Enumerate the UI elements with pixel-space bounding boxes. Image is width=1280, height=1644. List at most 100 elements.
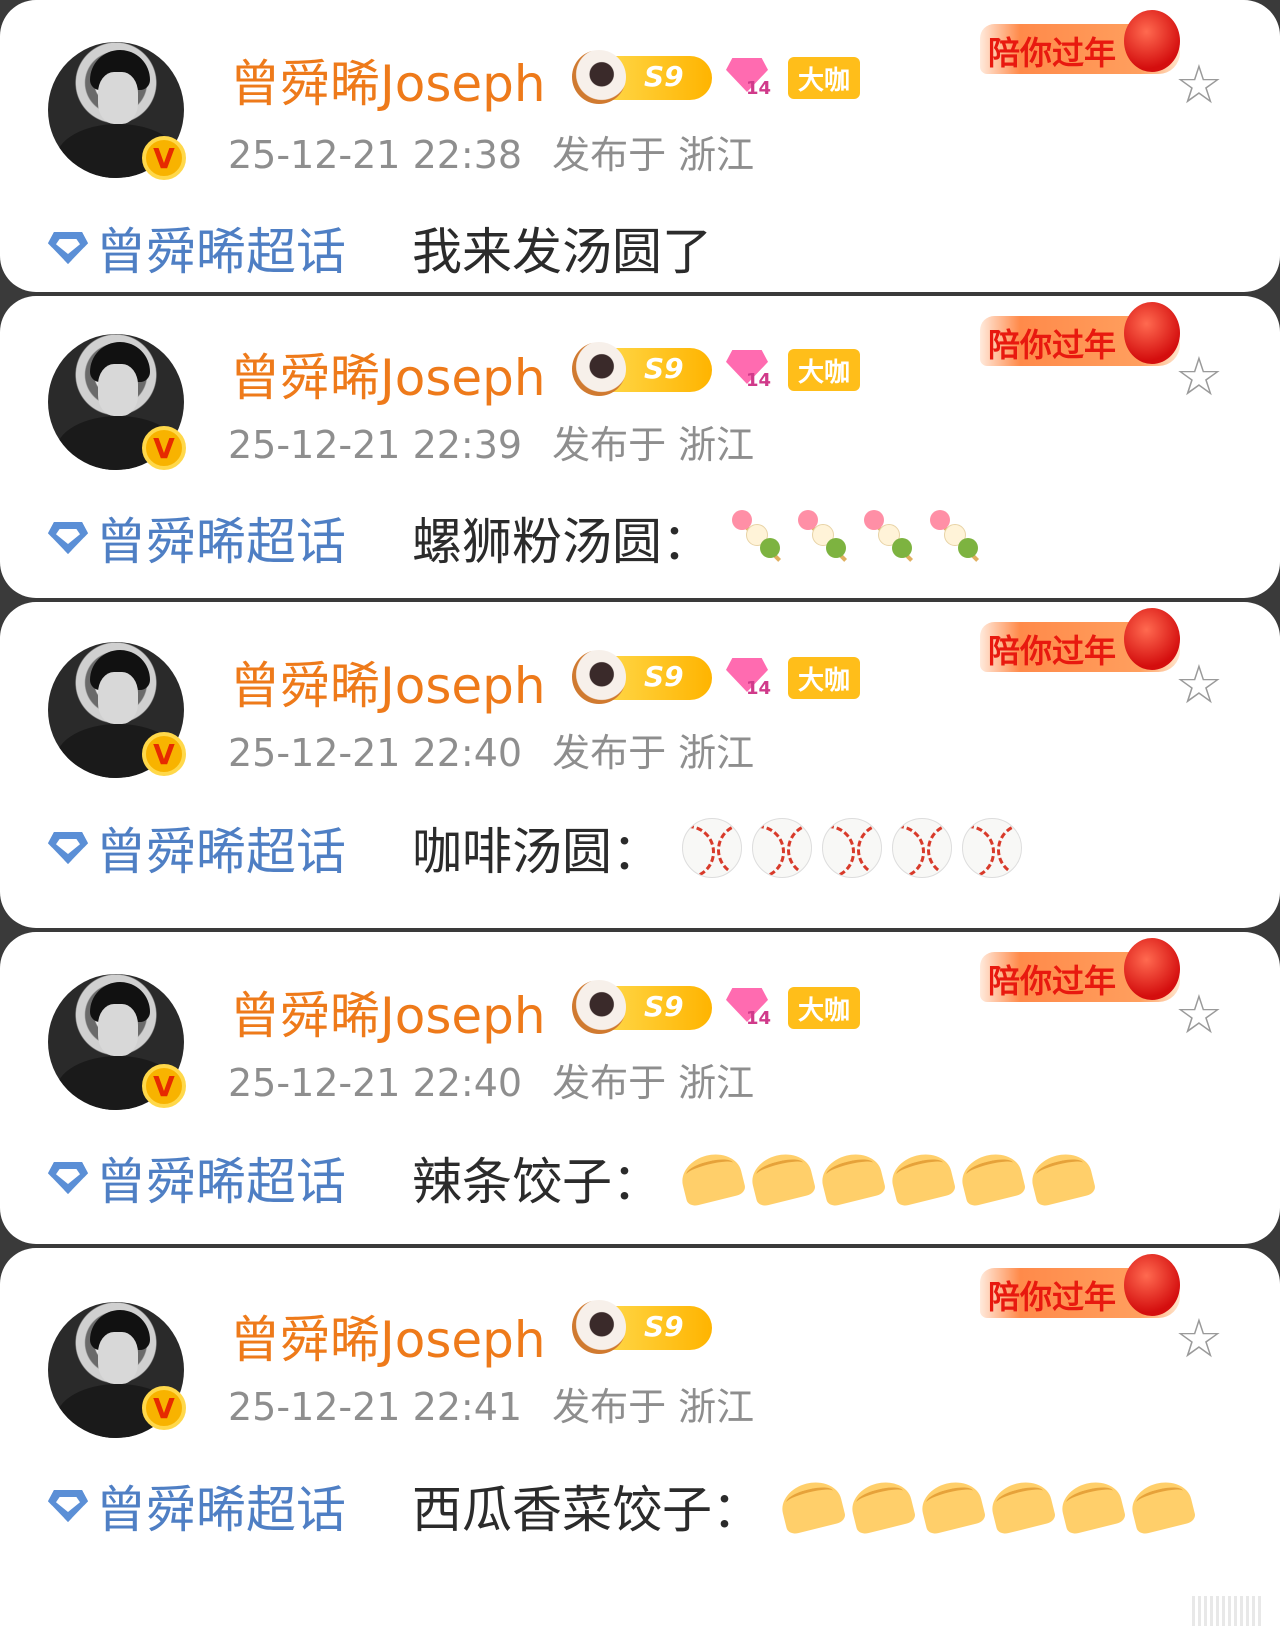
emoji-row <box>682 818 1022 878</box>
level-badge[interactable]: S9 <box>572 1300 712 1354</box>
astronaut-icon <box>572 980 626 1034</box>
festival-badge: 陪你过年 <box>980 1252 1180 1324</box>
dango-icon <box>732 510 788 566</box>
level-badge[interactable]: S9 <box>572 50 712 104</box>
location: 发布于 浙江 <box>552 1061 755 1105</box>
username[interactable]: 曾舜晞Joseph <box>230 646 546 718</box>
dumpling-icon <box>887 1148 957 1208</box>
location: 发布于 浙江 <box>552 1385 755 1429</box>
dango-icon <box>930 510 986 566</box>
dango-icon <box>864 510 920 566</box>
dumpling-icon <box>1057 1476 1127 1536</box>
post-text: 螺狮粉汤圆： <box>412 502 986 574</box>
role-badge[interactable]: 大咖 <box>788 987 861 1029</box>
badge-row: S9 14 大咖 <box>572 342 861 396</box>
post-text: 西瓜香菜饺子： <box>412 1470 1197 1542</box>
dumpling-icon <box>1027 1148 1097 1208</box>
star-icon[interactable]: ☆ <box>1170 56 1228 114</box>
supertopic-link[interactable]: 曾舜晞超话 <box>48 1470 346 1542</box>
supertopic-link[interactable]: 曾舜晞超话 <box>48 502 346 574</box>
diamond-level-badge[interactable]: 14 <box>724 652 776 704</box>
emoji-row <box>777 1476 1197 1536</box>
supertopic-icon <box>48 1162 88 1194</box>
timestamp: 25-12-21 22:41 <box>228 1385 523 1429</box>
dumpling-icon <box>817 1148 887 1208</box>
supertopic-link[interactable]: 曾舜晞超话 <box>48 1142 346 1214</box>
emoji-row <box>677 1148 1097 1208</box>
level-badge[interactable]: S9 <box>572 342 712 396</box>
festival-badge: 陪你过年 <box>980 8 1180 80</box>
verified-icon: V <box>142 1386 186 1430</box>
username[interactable]: 曾舜晞Joseph <box>230 976 546 1048</box>
supertopic-link[interactable]: 曾舜晞超话 <box>48 212 346 284</box>
timestamp: 25-12-21 22:39 <box>228 423 523 467</box>
post-card[interactable]: V 曾舜晞Joseph S9 14 大咖 25-12-21 22:38 发布于 浙… <box>0 0 1280 292</box>
badge-row: S9 14 大咖 <box>572 50 861 104</box>
username[interactable]: 曾舜晞Joseph <box>230 44 546 116</box>
location: 发布于 浙江 <box>552 423 755 467</box>
dango-icon <box>798 510 854 566</box>
badge-row: S9 <box>572 1300 712 1354</box>
diamond-level-badge[interactable]: 14 <box>724 52 776 104</box>
post-card[interactable]: V 曾舜晞Joseph S9 14 大咖 25-12-21 22:40 发布于 浙… <box>0 602 1280 928</box>
post-meta: 25-12-21 22:41 发布于 浙江 <box>228 1376 754 1431</box>
role-badge[interactable]: 大咖 <box>788 657 861 699</box>
dumpling-icon <box>917 1476 987 1536</box>
baseball-icon <box>752 818 812 878</box>
username[interactable]: 曾舜晞Joseph <box>230 338 546 410</box>
star-icon[interactable]: ☆ <box>1170 348 1228 406</box>
baseball-icon <box>962 818 1022 878</box>
star-icon[interactable]: ☆ <box>1170 1310 1228 1368</box>
astronaut-icon <box>572 1300 626 1354</box>
post-text: 我来发汤圆了 <box>412 223 712 281</box>
username[interactable]: 曾舜晞Joseph <box>230 1300 546 1372</box>
dumpling-icon <box>747 1148 817 1208</box>
dumpling-icon <box>957 1148 1027 1208</box>
level-badge[interactable]: S9 <box>572 980 712 1034</box>
supertopic-icon <box>48 1490 88 1522</box>
astronaut-icon <box>572 50 626 104</box>
verified-icon: V <box>142 1064 186 1108</box>
post-card[interactable]: V 曾舜晞Joseph S9 25-12-21 22:41 发布于 浙江 陪你过年… <box>0 1248 1280 1644</box>
verified-icon: V <box>142 426 186 470</box>
star-icon[interactable]: ☆ <box>1170 986 1228 1044</box>
festival-badge: 陪你过年 <box>980 936 1180 1008</box>
badge-row: S9 14 大咖 <box>572 650 861 704</box>
post-meta: 25-12-21 22:40 发布于 浙江 <box>228 1052 754 1107</box>
dumpling-icon <box>1127 1476 1197 1536</box>
baseball-icon <box>892 818 952 878</box>
post-card[interactable]: V 曾舜晞Joseph S9 14 大咖 25-12-21 22:39 发布于 浙… <box>0 296 1280 598</box>
emoji-row <box>732 510 986 566</box>
role-badge[interactable]: 大咖 <box>788 349 861 391</box>
baseball-icon <box>682 818 742 878</box>
verified-icon: V <box>142 136 186 180</box>
post-text: 辣条饺子： <box>412 1142 1097 1214</box>
baseball-icon <box>822 818 882 878</box>
astronaut-icon <box>572 650 626 704</box>
supertopic-icon <box>48 832 88 864</box>
diamond-level-badge[interactable]: 14 <box>724 982 776 1034</box>
timestamp: 25-12-21 22:38 <box>228 133 523 177</box>
badge-row: S9 14 大咖 <box>572 980 861 1034</box>
timestamp: 25-12-21 22:40 <box>228 731 523 775</box>
location: 发布于 浙江 <box>552 133 755 177</box>
post-card[interactable]: V 曾舜晞Joseph S9 14 大咖 25-12-21 22:40 发布于 浙… <box>0 932 1280 1244</box>
festival-badge: 陪你过年 <box>980 300 1180 372</box>
supertopic-link[interactable]: 曾舜晞超话 <box>48 812 346 884</box>
diamond-level-badge[interactable]: 14 <box>724 344 776 396</box>
post-text: 咖啡汤圆： <box>412 812 1022 884</box>
dumpling-icon <box>987 1476 1057 1536</box>
supertopic-icon <box>48 232 88 264</box>
star-icon[interactable]: ☆ <box>1170 656 1228 714</box>
astronaut-icon <box>572 342 626 396</box>
festival-badge: 陪你过年 <box>980 606 1180 678</box>
dumpling-icon <box>847 1476 917 1536</box>
lantern-icon <box>1124 1254 1180 1316</box>
verified-icon: V <box>142 732 186 776</box>
role-badge[interactable]: 大咖 <box>788 57 861 99</box>
location: 发布于 浙江 <box>552 731 755 775</box>
dumpling-icon <box>677 1148 747 1208</box>
level-badge[interactable]: S9 <box>572 650 712 704</box>
post-meta: 25-12-21 22:39 发布于 浙江 <box>228 414 754 469</box>
post-meta: 25-12-21 22:40 发布于 浙江 <box>228 722 754 777</box>
